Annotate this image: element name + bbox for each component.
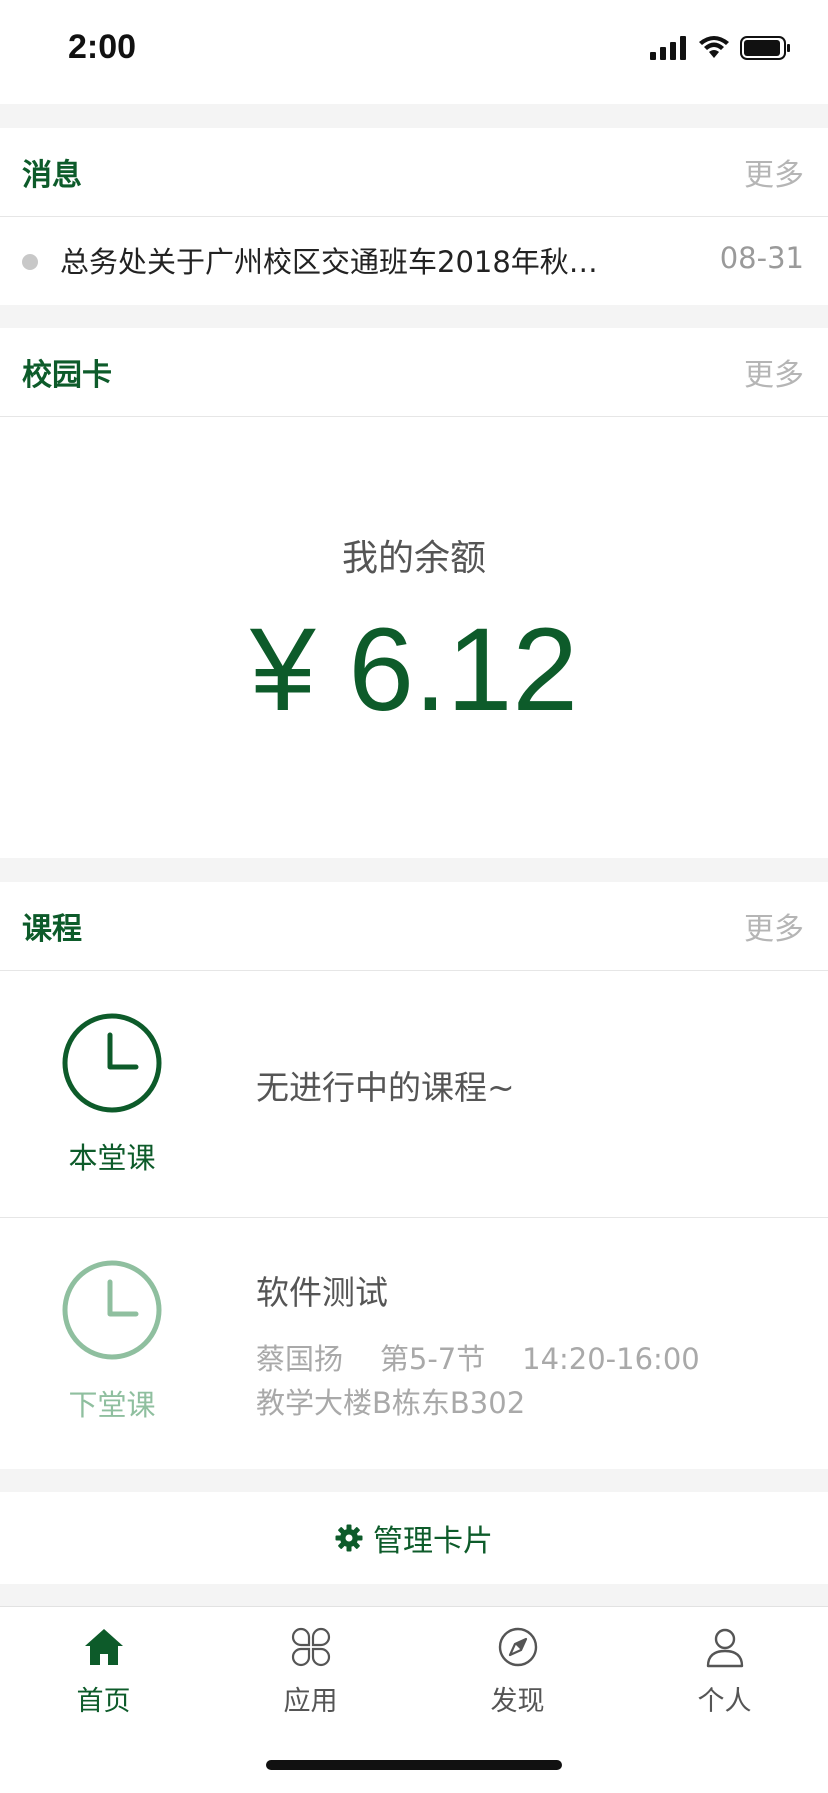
tab-apps-label: 应用 bbox=[283, 1686, 338, 1717]
messages-title: 消息 bbox=[22, 158, 82, 193]
status-time: 2:00 bbox=[68, 28, 137, 66]
compass-icon bbox=[498, 1627, 537, 1667]
clock-icon bbox=[62, 1260, 162, 1360]
messages-card: 消息 更多 总务处关于广州校区交通班车2018年秋… 08-31 bbox=[0, 128, 828, 305]
tab-profile-label: 个人 bbox=[697, 1686, 752, 1717]
tab-discover-label: 发现 bbox=[490, 1686, 545, 1717]
campus-card: 校园卡 更多 我的余额 ¥ 6.12 bbox=[0, 328, 828, 858]
campus-card-more-link[interactable]: 更多 bbox=[744, 350, 804, 394]
balance-panel[interactable]: 我的余额 ¥ 6.12 bbox=[0, 417, 828, 857]
messages-more-link[interactable]: 更多 bbox=[744, 150, 804, 194]
message-item[interactable]: 总务处关于广州校区交通班车2018年秋… 08-31 bbox=[0, 217, 828, 305]
tab-home[interactable]: 首页 bbox=[0, 1625, 207, 1718]
next-course-caption: 下堂课 bbox=[68, 1388, 156, 1422]
status-bar: 2:00 bbox=[0, 0, 828, 104]
tab-apps[interactable]: 应用 bbox=[207, 1625, 414, 1718]
balance-label: 我的余额 bbox=[341, 538, 486, 579]
tab-profile[interactable]: 个人 bbox=[621, 1625, 828, 1718]
person-icon bbox=[706, 1628, 743, 1668]
current-course-caption: 本堂课 bbox=[68, 1141, 156, 1175]
home-icon bbox=[84, 1629, 123, 1665]
messages-header: 消息 更多 bbox=[0, 128, 828, 217]
wifi-icon bbox=[699, 36, 729, 58]
courses-card: 课程 更多 本堂课 无进行中的课程~ 下堂课 软件测试 蔡国扬 第5-7节 14… bbox=[0, 882, 828, 1469]
apps-icon bbox=[291, 1627, 330, 1667]
gear-icon bbox=[335, 1524, 363, 1552]
manage-cards-label: 管理卡片 bbox=[373, 1524, 493, 1559]
campus-card-header: 校园卡 更多 bbox=[0, 328, 828, 417]
courses-header: 课程 更多 bbox=[0, 882, 828, 971]
campus-card-title: 校园卡 bbox=[22, 358, 112, 393]
tab-home-label: 首页 bbox=[76, 1686, 131, 1717]
next-course-location: 教学大楼B栋东B302 bbox=[256, 1386, 526, 1420]
manage-cards-button[interactable]: 管理卡片 bbox=[0, 1492, 828, 1584]
current-course-row[interactable]: 本堂课 无进行中的课程~ bbox=[0, 971, 828, 1218]
message-date: 08-31 bbox=[719, 241, 804, 275]
unread-dot-icon bbox=[22, 254, 38, 270]
signal-icon bbox=[650, 36, 686, 60]
next-course-name: 软件测试 bbox=[256, 1273, 388, 1312]
status-icons bbox=[650, 36, 792, 60]
home-indicator[interactable] bbox=[266, 1760, 562, 1770]
message-title: 总务处关于广州校区交通班车2018年秋… bbox=[60, 245, 598, 279]
current-course-empty: 无进行中的课程~ bbox=[256, 1068, 515, 1107]
courses-more-link[interactable]: 更多 bbox=[744, 904, 804, 948]
next-course-details: 蔡国扬 第5-7节 14:20-16:00 bbox=[256, 1342, 700, 1376]
tab-discover[interactable]: 发现 bbox=[414, 1625, 621, 1718]
battery-icon bbox=[740, 36, 790, 60]
balance-value: ¥ 6.12 bbox=[249, 604, 579, 736]
courses-title: 课程 bbox=[22, 912, 82, 947]
next-course-row[interactable]: 下堂课 软件测试 蔡国扬 第5-7节 14:20-16:00 教学大楼B栋东B3… bbox=[0, 1218, 828, 1464]
clock-icon bbox=[62, 1013, 162, 1113]
